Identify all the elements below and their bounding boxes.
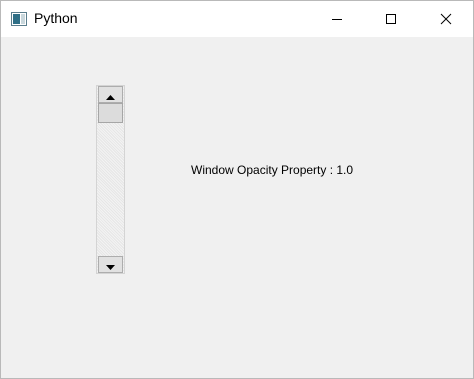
close-icon: [440, 10, 452, 29]
minimize-button[interactable]: [314, 1, 360, 37]
python-window-icon: [11, 11, 27, 26]
scroll-thumb[interactable]: [98, 103, 123, 123]
maximize-button[interactable]: [368, 1, 414, 37]
arrow-down-icon: [106, 255, 115, 274]
minimize-icon: [331, 10, 343, 29]
close-button[interactable]: [423, 1, 469, 37]
window-title: Python: [34, 10, 78, 26]
client-area: Window Opacity Property : 1.0: [1, 37, 473, 378]
app-window: Python Window Opacity Property: 1.0: [0, 0, 474, 379]
maximize-icon: [385, 10, 397, 29]
opacity-property-label: Window Opacity Property : 1.0: [191, 163, 354, 177]
scroll-down-button[interactable]: [98, 256, 123, 273]
scroll-up-button[interactable]: [98, 86, 123, 103]
arrow-up-icon: [106, 85, 115, 104]
title-bar[interactable]: Python: [1, 1, 473, 37]
vertical-scrollbar[interactable]: [96, 85, 125, 274]
